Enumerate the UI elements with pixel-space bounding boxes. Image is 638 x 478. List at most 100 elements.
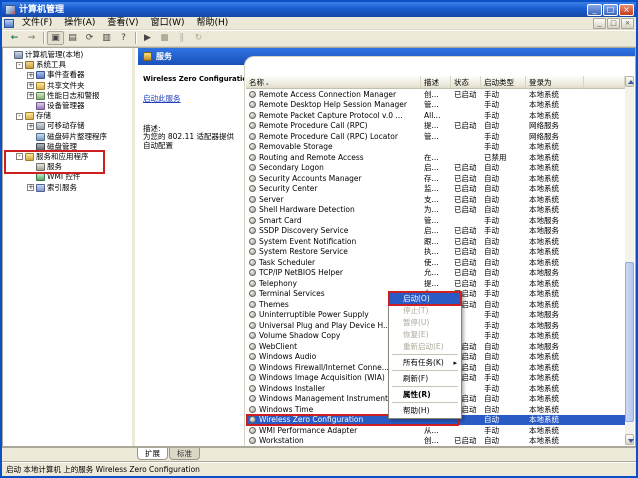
collapse-icon[interactable]: - <box>16 113 23 120</box>
expand-icon[interactable]: + <box>27 123 34 130</box>
start-service-button[interactable]: ▶ <box>139 31 156 45</box>
scroll-up-button[interactable] <box>625 76 634 87</box>
menu-item-4[interactable]: 帮助(H) <box>191 17 235 29</box>
pause-service-button[interactable]: ∥ <box>173 31 190 45</box>
tab-1[interactable]: 标准 <box>169 448 200 460</box>
start-service-link[interactable]: 启动此服务 <box>143 93 181 104</box>
service-row[interactable]: Remote Procedure Call (RPC) Locator管...手… <box>246 131 625 142</box>
show-hide-console-tree-button[interactable]: ▣ <box>47 31 64 45</box>
column-header-1[interactable]: 描述 <box>421 76 451 89</box>
expand-icon[interactable]: + <box>27 184 34 191</box>
service-row[interactable]: Removable Storage手动本地系统 <box>246 142 625 153</box>
service-startup-type-cell: 手动 <box>481 425 526 436</box>
context-menu-item-2[interactable]: 暂停(U) <box>390 317 460 329</box>
column-header-0[interactable]: 名称▴ <box>246 76 421 89</box>
forward-button[interactable]: → <box>23 31 40 45</box>
context-menu-item-1[interactable]: 停止(T) <box>390 305 460 317</box>
menu-item-2[interactable]: 查看(V) <box>101 17 144 29</box>
context-menu-item-10[interactable]: 属性(R) <box>390 389 460 401</box>
service-startup-type-cell: 自动 <box>481 257 526 268</box>
service-gear-icon <box>249 395 256 402</box>
back-button[interactable]: ← <box>6 31 23 45</box>
service-gear-icon <box>249 332 256 339</box>
tree-item-0[interactable]: 计算机管理(本地) <box>3 50 132 60</box>
context-menu-item-8[interactable]: 刷新(F) <box>390 373 460 385</box>
expand-icon[interactable]: + <box>27 82 34 89</box>
expand-icon[interactable]: + <box>27 92 34 99</box>
expand-icon[interactable]: + <box>27 72 34 79</box>
help-button[interactable]: ? <box>115 31 132 45</box>
service-logon-as-cell: 本地系统 <box>526 362 625 373</box>
annotation-box-menu <box>388 291 462 306</box>
service-name: Windows Time <box>259 405 313 414</box>
tree-item-1[interactable]: -系统工具 <box>3 60 132 70</box>
scroll-down-button[interactable] <box>625 434 634 445</box>
service-row[interactable]: WMI Performance Adapter从...手动本地系统 <box>246 425 625 436</box>
service-row[interactable]: Remote Desktop Help Session Manager管...手… <box>246 100 625 111</box>
tab-0[interactable]: 扩展 <box>137 448 168 460</box>
column-header-4[interactable]: 登录为 <box>526 76 584 89</box>
menu-item-0[interactable]: 文件(F) <box>16 17 58 29</box>
column-header-3[interactable]: 启动类型 <box>481 76 526 89</box>
tree-item-8[interactable]: 磁盘碎片整理程序 <box>3 132 132 142</box>
tree-item-13[interactable]: +索引服务 <box>3 182 132 192</box>
tree-item-3[interactable]: +共享文件夹 <box>3 81 132 91</box>
context-menu-item-3[interactable]: 恢复(E) <box>390 329 460 341</box>
mdi-minimize-button[interactable]: _ <box>593 18 606 29</box>
collapse-icon[interactable]: - <box>16 62 23 69</box>
tree-item-6[interactable]: -存储 <box>3 111 132 121</box>
service-status-cell: 已启动 <box>451 436 481 446</box>
service-status-cell: 已启动 <box>451 226 481 237</box>
scroll-thumb[interactable] <box>625 262 634 422</box>
toolbar: ←→ ▣▤⟳▥? ▶■∥↻ <box>2 30 636 47</box>
service-logon-as-cell: 本地系统 <box>526 257 625 268</box>
mdi-close-button[interactable]: × <box>621 18 634 29</box>
menu-item-3[interactable]: 窗口(W) <box>145 17 191 29</box>
maximize-button[interactable]: □ <box>603 4 618 16</box>
service-row[interactable]: System Event Notification跟...已启动自动本地系统 <box>246 236 625 247</box>
console-tree: 计算机管理(本地)-系统工具+事件查看器+共享文件夹+性能日志和警报设备管理器-… <box>3 48 135 446</box>
service-row[interactable]: Secondary Logon启...已启动自动本地系统 <box>246 163 625 174</box>
service-row[interactable]: Remote Access Connection Manager创...已启动手… <box>246 89 625 100</box>
stop-service-button[interactable]: ■ <box>156 31 173 45</box>
service-row[interactable]: TCP/IP NetBIOS Helper允...已启动自动本地服务 <box>246 268 625 279</box>
mdi-window-icon[interactable] <box>4 19 14 28</box>
service-row[interactable]: Smart Card管...手动本地服务 <box>246 215 625 226</box>
tree-item-2[interactable]: +事件查看器 <box>3 70 132 80</box>
tree-item-7[interactable]: + 可移动存储 <box>3 121 132 131</box>
service-row[interactable]: Telephony提...已启动手动本地系统 <box>246 278 625 289</box>
service-row[interactable]: Remote Packet Capture Protocol v.0 ...Al… <box>246 110 625 121</box>
service-startup-type-cell: 手动 <box>481 278 526 289</box>
tree-item-4[interactable]: +性能日志和警报 <box>3 91 132 101</box>
service-logon-as-cell: 本地系统 <box>526 205 625 216</box>
service-row[interactable]: Routing and Remote Access在...已禁用本地系统 <box>246 152 625 163</box>
close-button[interactable]: × <box>619 4 634 16</box>
properties-button[interactable]: ▤ <box>64 31 81 45</box>
mdi-restore-button[interactable]: □ <box>607 18 620 29</box>
column-header-2[interactable]: 状态 <box>451 76 481 89</box>
service-logon-as-cell: 本地系统 <box>526 394 625 405</box>
tree-item-label: 可移动存储 <box>47 121 85 131</box>
context-menu-item-0[interactable]: 启动(O) <box>390 293 460 305</box>
service-row[interactable]: Security Center监...已启动自动本地系统 <box>246 184 625 195</box>
service-row[interactable]: SSDP Discovery Service启...已启动手动本地服务 <box>246 226 625 237</box>
export-list-button[interactable]: ▥ <box>98 31 115 45</box>
selected-service-name: Wireless Zero Configuration <box>143 74 252 82</box>
service-row[interactable]: Workstation创...已启动自动本地系统 <box>246 436 625 446</box>
context-menu-item-12[interactable]: 帮助(H) <box>390 405 460 417</box>
service-row[interactable]: Shell Hardware Detection为...已启动自动本地系统 <box>246 205 625 216</box>
restart-service-button[interactable]: ↻ <box>190 31 207 45</box>
service-row[interactable]: System Restore Service执...已启动自动本地系统 <box>246 247 625 258</box>
context-menu-item-4[interactable]: 重新启动(E) <box>390 341 460 353</box>
service-row[interactable]: Task Scheduler使...已启动自动本地系统 <box>246 257 625 268</box>
service-row[interactable]: Security Accounts Manager存...已启动自动本地系统 <box>246 173 625 184</box>
minimize-button[interactable]: _ <box>587 4 602 16</box>
tree-item-5[interactable]: 设备管理器 <box>3 101 132 111</box>
context-menu-item-6[interactable]: 所有任务(K)▸ <box>390 357 460 369</box>
menu-item-1[interactable]: 操作(A) <box>58 17 101 29</box>
service-row[interactable]: Remote Procedure Call (RPC)提...已启动自动网络服务 <box>246 121 625 132</box>
service-row[interactable]: Server支...已启动自动本地系统 <box>246 194 625 205</box>
vertical-scrollbar[interactable] <box>625 76 634 445</box>
service-description-cell <box>421 142 451 153</box>
refresh-button[interactable]: ⟳ <box>81 31 98 45</box>
